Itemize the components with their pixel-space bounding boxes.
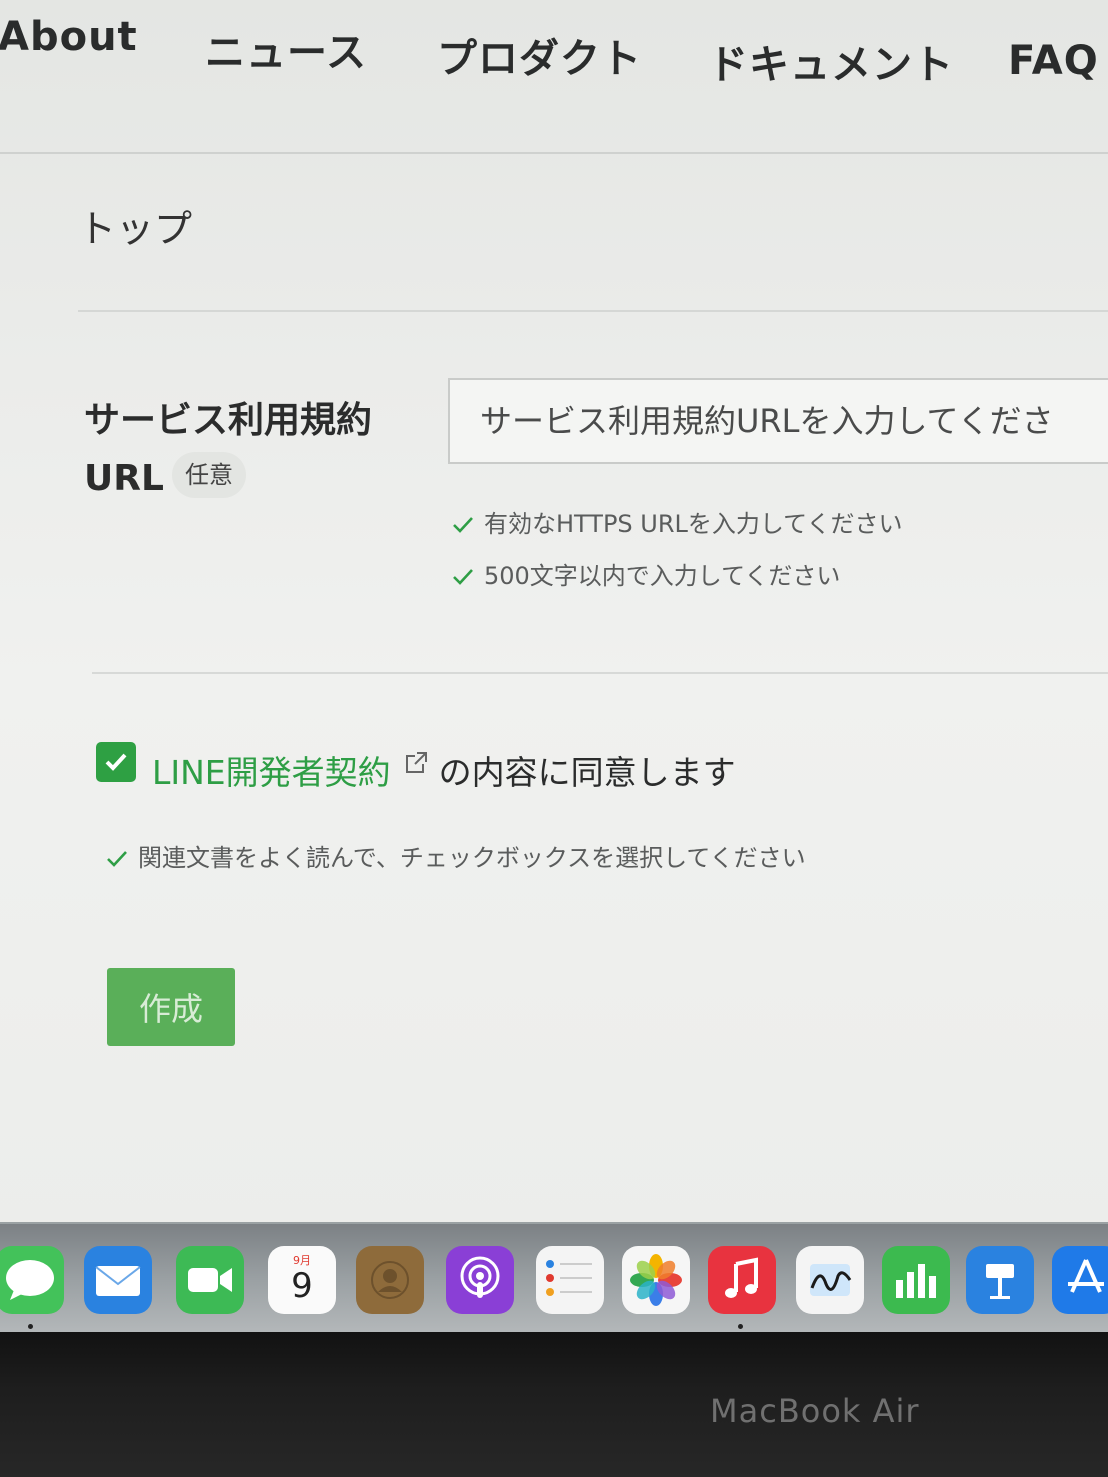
- calendar-day: 9: [291, 1266, 313, 1306]
- calendar-icon[interactable]: 9月 9: [268, 1246, 336, 1314]
- agreement-suffix: の内容に同意します: [438, 753, 736, 792]
- top-navigation: About ニュース プロダクト ドキュメント FAQ: [0, 0, 1108, 150]
- music-icon[interactable]: [708, 1246, 776, 1314]
- hint-length-text: 500文字以内で入力してください: [484, 562, 841, 590]
- checkmark-icon: [105, 753, 127, 771]
- mail-icon[interactable]: [84, 1246, 152, 1314]
- nav-documents[interactable]: ドキュメント: [708, 32, 954, 90]
- hint-agreement: 関連文書をよく読んで、チェックボックスを選択してください: [106, 838, 806, 873]
- nav-divider: [0, 152, 1108, 154]
- agreement-label: LINE開発者契約 の内容に同意します: [152, 746, 736, 794]
- breadcrumb-top[interactable]: トップ: [78, 198, 192, 253]
- nav-news[interactable]: ニュース: [205, 20, 367, 78]
- check-icon: [453, 517, 473, 533]
- numbers-icon[interactable]: [882, 1246, 950, 1314]
- facetime-icon[interactable]: [176, 1246, 244, 1314]
- device-label: MacBook Air: [710, 1392, 920, 1430]
- nav-about[interactable]: About: [0, 14, 138, 60]
- developer-agreement-link[interactable]: LINE開発者契約: [152, 753, 391, 792]
- check-icon: [107, 851, 127, 867]
- hint-https-text: 有効なHTTPS URLを入力してください: [484, 510, 903, 538]
- browser-viewport: About ニュース プロダクト ドキュメント FAQ トップ サービス利用規約…: [0, 0, 1108, 1240]
- reminders-icon[interactable]: [536, 1246, 604, 1314]
- app-store-icon[interactable]: [1052, 1246, 1108, 1314]
- terms-url-label-line2: URL: [84, 458, 164, 499]
- external-link-icon: [405, 752, 427, 773]
- running-indicator: [28, 1324, 33, 1329]
- freeform-icon[interactable]: [796, 1246, 864, 1314]
- hint-length: 500文字以内で入力してください: [452, 556, 840, 591]
- contacts-icon[interactable]: [356, 1246, 424, 1314]
- macos-dock: 9月 9: [0, 1222, 1108, 1334]
- terms-url-input[interactable]: [448, 378, 1108, 464]
- nav-faq[interactable]: FAQ: [1008, 38, 1099, 84]
- hint-https: 有効なHTTPS URLを入力してください: [452, 504, 902, 539]
- hint-agreement-text: 関連文書をよく読んで、チェックボックスを選択してください: [138, 844, 806, 872]
- section-divider: [92, 672, 1108, 674]
- section-divider: [78, 310, 1108, 312]
- optional-badge: 任意: [172, 452, 246, 498]
- create-button[interactable]: 作成: [107, 968, 235, 1046]
- agreement-checkbox[interactable]: [96, 742, 136, 782]
- running-indicator: [738, 1324, 743, 1329]
- check-icon: [453, 569, 473, 585]
- photos-icon[interactable]: [622, 1246, 690, 1314]
- laptop-bezel: MacBook Air: [0, 1332, 1108, 1477]
- nav-products[interactable]: プロダクト: [437, 26, 642, 84]
- messages-icon[interactable]: [0, 1246, 64, 1314]
- keynote-icon[interactable]: [966, 1246, 1034, 1314]
- terms-url-label-line1: サービス利用規約: [84, 400, 373, 441]
- podcasts-icon[interactable]: [446, 1246, 514, 1314]
